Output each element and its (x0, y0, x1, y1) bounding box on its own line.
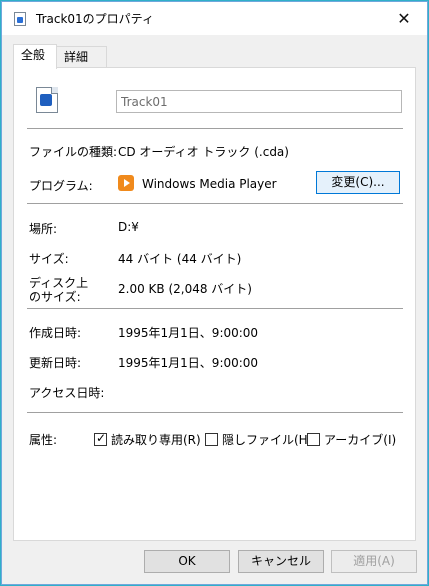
separator (27, 128, 403, 129)
archive-checkbox[interactable] (307, 433, 320, 446)
disc-glyph (40, 94, 52, 106)
program-label: プログラム: (29, 179, 93, 193)
size-label: サイズ: (29, 252, 69, 266)
size-value: 44 バイト (44 バイト) (118, 252, 242, 266)
separator (27, 412, 403, 413)
location-label: 場所: (29, 222, 58, 236)
separator (27, 308, 403, 309)
accessed-label: アクセス日時: (29, 386, 105, 400)
modified-value: 1995年1月1日、9:00:00 (118, 356, 259, 370)
checkmark-icon: ✓ (96, 431, 107, 445)
attributes-label: 属性: (29, 433, 58, 447)
file-type-value: CD オーディオ トラック (.cda) (118, 145, 289, 159)
ok-button[interactable]: OK (144, 550, 230, 573)
program-value: Windows Media Player (142, 177, 277, 191)
hidden-checkbox[interactable] (205, 433, 218, 446)
cancel-button[interactable]: キャンセル (238, 550, 324, 573)
close-icon: ✕ (397, 9, 411, 28)
hidden-label[interactable]: 隠しファイル(H) (222, 431, 312, 448)
disk-size-label: ディスク上 のサイズ: (29, 276, 88, 304)
disk-size-label-line2: のサイズ: (29, 290, 81, 304)
window-title: Track01のプロパティ (36, 12, 154, 26)
close-button[interactable]: ✕ (381, 2, 427, 35)
cda-file-icon (36, 87, 58, 113)
read-only-label[interactable]: 読み取り専用(R) (111, 431, 201, 448)
disk-size-label-line1: ディスク上 (29, 276, 89, 290)
archive-label[interactable]: アーカイブ(I) (324, 431, 396, 448)
tab-general[interactable]: 全般 (13, 44, 57, 69)
page-fold (51, 87, 58, 94)
created-label: 作成日時: (29, 326, 82, 340)
created-value: 1995年1月1日、9:00:00 (118, 326, 259, 340)
apply-button[interactable]: 適用(A) (331, 550, 417, 573)
general-panel: ファイルの種類: CD オーディオ トラック (.cda) プログラム: Win… (13, 67, 416, 541)
file-name-input[interactable] (116, 90, 402, 113)
title-bar: Track01のプロパティ ✕ (2, 2, 427, 35)
file-type-label: ファイルの種類: (29, 145, 118, 159)
windows-media-player-icon (118, 175, 134, 191)
read-only-checkbox[interactable]: ✓ (94, 431, 107, 446)
cda-file-icon (14, 12, 26, 26)
separator (27, 203, 403, 204)
change-button[interactable]: 変更(C)... (316, 171, 400, 194)
modified-label: 更新日時: (29, 356, 82, 370)
properties-dialog: Track01のプロパティ ✕ 全般 詳細 ファイルの種類: CD オーディオ … (1, 1, 428, 585)
disk-size-value: 2.00 KB (2,048 バイト) (118, 282, 252, 296)
tab-details[interactable]: 詳細 (56, 46, 107, 68)
location-value: D:¥ (118, 220, 139, 234)
